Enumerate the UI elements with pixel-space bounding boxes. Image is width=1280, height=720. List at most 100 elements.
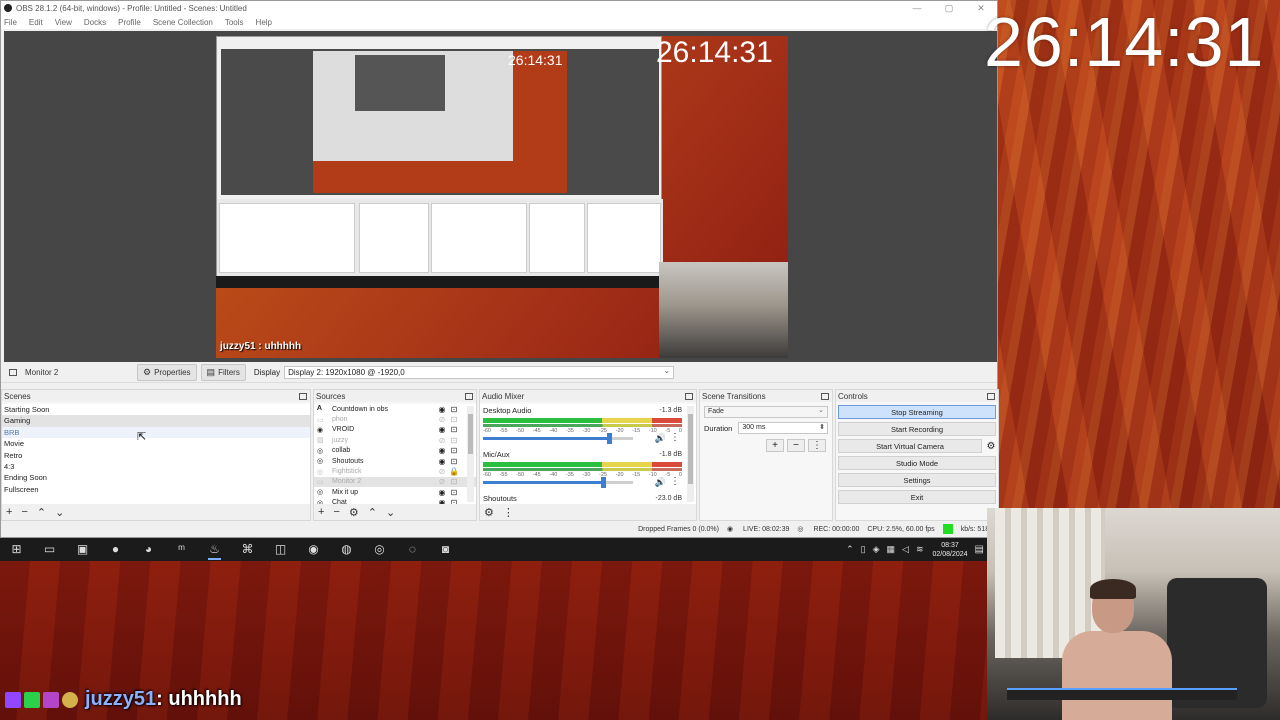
lock-icon[interactable]: ⊡ [448,488,460,497]
move-up-button[interactable]: ⌃ [368,506,377,519]
lock-icon[interactable]: ⊡ [448,436,460,445]
scene-item[interactable]: Gaming [2,415,310,427]
source-item[interactable]: ◎ Fightstick ⊘ 🔒 [314,466,476,476]
volume-slider[interactable] [483,433,633,444]
volume-slider[interactable] [483,477,633,488]
store-icon[interactable]: ▣ [66,538,99,561]
transition-type-select[interactable]: Fade [704,406,828,418]
usb-icon[interactable]: ▯ [861,544,866,555]
preview-area[interactable]: 26:14:31 26:14:31 juzzy51 : uhhhhh [4,31,997,362]
start-recording-button[interactable]: Start Recording [838,422,996,436]
mixitup-icon[interactable]: ᵐ [165,538,198,561]
remove-scene-button[interactable]: − [21,506,27,518]
undock-icon[interactable] [821,392,829,400]
add-scene-button[interactable]: + [6,506,12,518]
source-item[interactable]: ◉ VROID ◉ ⊡ [314,425,476,435]
windows-start-icon[interactable]: ⊞ [0,538,33,561]
undock-icon[interactable] [685,392,693,400]
menu-view[interactable]: View [55,18,72,27]
remove-source-button[interactable]: − [333,506,339,518]
lock-icon[interactable]: ⊡ [448,477,460,486]
move-down-button[interactable]: ⌄ [55,506,64,519]
undock-icon[interactable] [987,392,995,400]
notification-icon[interactable]: ▤ [975,544,984,555]
studio-mode-button[interactable]: Studio Mode [838,456,996,470]
filters-button[interactable]: ▤ Filters [200,364,246,381]
menu-scene-collection[interactable]: Scene Collection [153,18,213,27]
gear-icon[interactable]: ⚙ [984,441,998,452]
scene-item[interactable]: Retro [2,450,310,461]
track-menu-icon[interactable]: ⋮ [670,476,680,487]
game-icon[interactable]: ◍ [330,538,363,561]
source-item[interactable]: 𝐀 Countdown in obs ◉ ⊡ [314,404,476,414]
source-item[interactable]: ▨ juzzy ⊘ ⊡ [314,435,476,445]
firefox-icon[interactable]: ● [99,538,132,561]
lock-icon[interactable]: ⊡ [448,415,460,424]
maximize-button[interactable]: ▢ [933,3,965,14]
menu-docks[interactable]: Docks [84,18,106,27]
scene-item[interactable]: BRB [2,426,310,439]
move-down-button[interactable]: ⌄ [386,506,395,519]
eye-closed-icon[interactable]: ⊘ [436,415,448,424]
scene-item[interactable]: Fullscreen [2,484,310,495]
source-item[interactable]: ◎ collab ◉ ⊡ [314,446,476,456]
wifi-icon[interactable]: ≋ [916,544,924,555]
menu-edit[interactable]: Edit [29,18,43,27]
network-icon[interactable]: ▦ [887,544,896,555]
transition-menu-button[interactable]: ⋮ [808,439,826,452]
taskbar-clock[interactable]: 08:37 02/08/2024 [933,541,968,559]
source-settings-icon[interactable]: ⚙ [349,506,359,519]
shield-icon[interactable]: ◈ [873,544,880,555]
menu-file[interactable]: File [4,18,17,27]
source-item[interactable]: ◎ Shoutouts ◉ ⊡ [314,456,476,466]
menu-profile[interactable]: Profile [118,18,141,27]
eye-closed-icon[interactable]: ⊘ [436,467,448,476]
properties-button[interactable]: ⚙ Properties [137,364,197,381]
eye-icon[interactable]: ◉ [436,425,448,434]
lock-icon[interactable]: ⊡ [448,446,460,455]
settings-button[interactable]: Settings [838,473,996,487]
menu-tools[interactable]: Tools [225,18,244,27]
browser-icon[interactable]: ◌ [396,538,429,561]
undock-icon[interactable] [465,392,473,400]
lock-icon[interactable]: ⊡ [448,405,460,414]
xbox-icon[interactable]: ◉ [297,538,330,561]
sources-scrollbar[interactable] [467,406,474,502]
discord-icon[interactable]: ◕ [132,538,165,561]
eye-icon[interactable]: ◉ [436,446,448,455]
scene-item[interactable]: Movie [2,438,310,449]
source-item[interactable]: ▭ Monitor 2 ⊘ ⊡ [314,476,476,488]
source-item[interactable]: ▭ phon ⊘ ⊡ [314,414,476,424]
mixer-settings-icon[interactable]: ⚙ [484,506,494,519]
obs-icon[interactable]: ◎ [363,538,396,561]
steam-icon[interactable]: ♨ [198,538,231,561]
lock-icon[interactable]: ⊡ [448,457,460,466]
start-virtual-camera-button[interactable]: Start Virtual Camera [838,439,982,453]
add-source-button[interactable]: + [318,506,324,518]
lock-icon[interactable]: ⊡ [448,425,460,434]
scene-item[interactable]: 4:3 [2,461,310,472]
undock-icon[interactable] [299,392,307,400]
speaker-icon[interactable]: 🔊 [655,477,666,488]
mixer-menu-icon[interactable]: ⋮ [503,506,514,519]
preview-canvas[interactable]: 26:14:31 26:14:31 juzzy51 : uhhhhh [216,36,788,358]
app-icon[interactable]: ◫ [264,538,297,561]
lock-icon[interactable]: 🔒 [448,467,460,476]
source-item[interactable]: ◎ Mix it up ◉ ⊡ [314,487,476,497]
display-select[interactable]: Display 2: 1920x1080 @ -1920,0 [284,366,675,379]
file-explorer-icon[interactable]: ▭ [33,538,66,561]
eye-closed-icon[interactable]: ⊘ [436,477,448,486]
scene-item[interactable]: Starting Soon [2,404,310,415]
eye-closed-icon[interactable]: ⊘ [436,436,448,445]
eye-icon[interactable]: ◉ [436,488,448,497]
remove-transition-button[interactable]: − [787,439,805,452]
duration-input[interactable]: 300 ms [738,422,828,434]
stop-streaming-button[interactable]: Stop Streaming [838,405,996,419]
menu-help[interactable]: Help [256,18,272,27]
chevron-up-icon[interactable]: ⌃ [846,544,854,555]
scene-item[interactable]: Ending Soon [2,472,310,483]
track-menu-icon[interactable]: ⋮ [670,432,680,443]
minimize-button[interactable]: — [901,3,933,14]
eye-icon[interactable]: ◉ [436,457,448,466]
controller-icon[interactable]: ⌘ [231,538,264,561]
